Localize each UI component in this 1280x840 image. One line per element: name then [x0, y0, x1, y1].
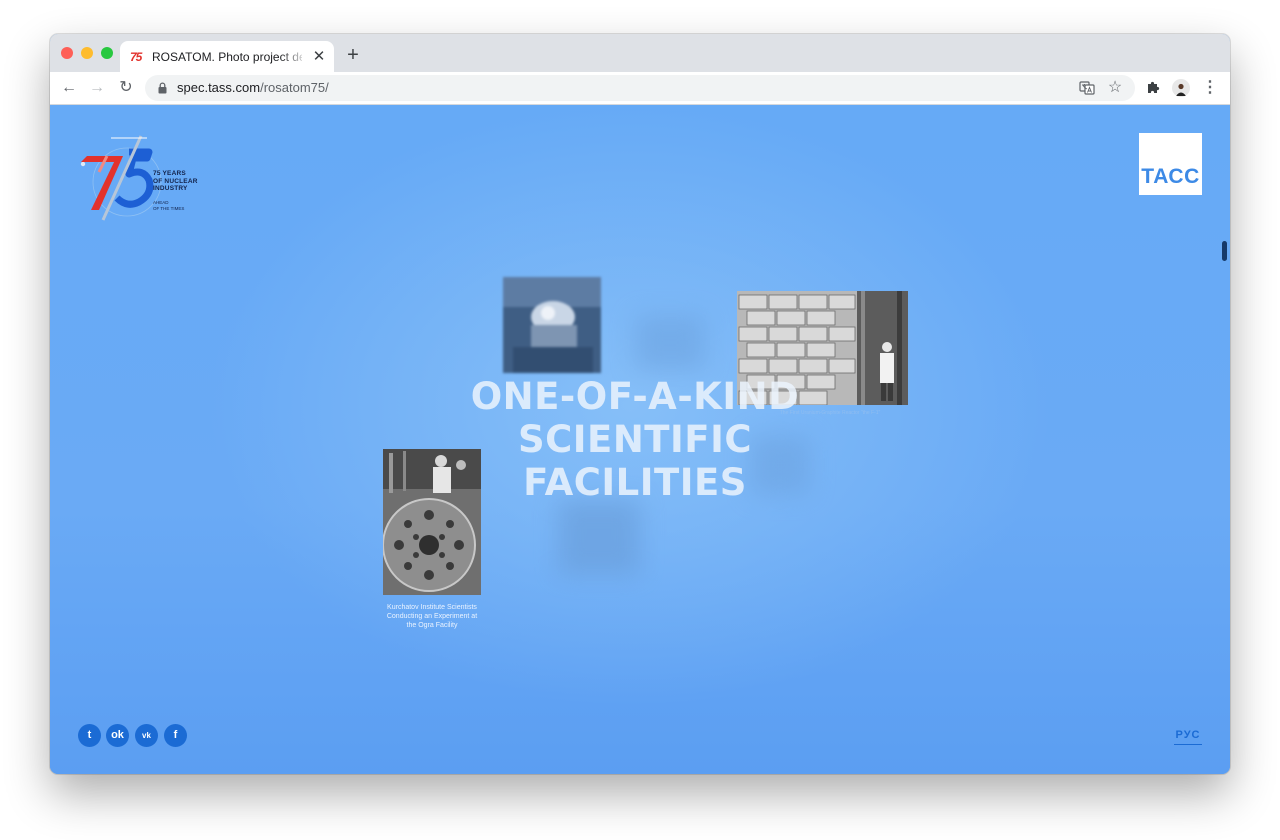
url-path: /rosatom75/ [260, 80, 329, 95]
page-content: 75 YEARS OF NUCLEAR INDUSTRY AHEAD OF TH… [50, 105, 1230, 774]
close-window-button[interactable] [61, 47, 73, 59]
minimize-window-button[interactable] [81, 47, 93, 59]
photo-caption-ogra: Kurchatov Institute Scientists Conductin… [386, 604, 478, 629]
logo-line-2: OF NUCLEAR [153, 177, 198, 185]
browser-window: 75 ROSATOM. Photo project dedic ✕ + ← → … [50, 34, 1230, 774]
tass-logo-text: ТАСС [1141, 165, 1200, 188]
url-host: spec.tass.com [177, 80, 261, 95]
tab-title-fade [280, 47, 308, 67]
odnoklassniki-icon[interactable]: ok [106, 724, 129, 747]
tab-strip: 75 ROSATOM. Photo project dedic ✕ + [50, 34, 1230, 72]
logo-sub-2: OF THE TIMES [153, 205, 185, 211]
blurred-photo-ghost [558, 500, 640, 575]
maximize-window-button[interactable] [101, 47, 113, 59]
lock-icon [158, 82, 167, 94]
headline-line-1: ONE-OF-A-KIND [470, 375, 800, 418]
profile-avatar-icon[interactable] [1172, 79, 1190, 97]
bookmark-star-icon[interactable]: ☆ [1105, 78, 1125, 98]
twitter-icon[interactable]: t [78, 724, 101, 747]
url-text[interactable]: spec.tass.com/rosatom75/ [177, 80, 329, 96]
facebook-icon[interactable]: f [164, 724, 187, 747]
logo-line-1: 75 YEARS [153, 170, 186, 177]
headline-line-3: FACILITIES [523, 461, 747, 504]
language-switch-link[interactable]: РУС [1174, 729, 1202, 745]
translate-icon[interactable] [1077, 78, 1097, 98]
new-tab-button[interactable]: + [342, 44, 364, 66]
rosatom-favicon-icon: 75 [130, 50, 142, 64]
vk-icon[interactable]: vk [135, 724, 158, 747]
browser-menu-icon[interactable]: ⋮ [1200, 78, 1220, 98]
headline-line-2: SCIENTIFIC [517, 418, 752, 461]
reload-button[interactable]: ↻ [116, 78, 136, 98]
address-bar[interactable]: spec.tass.com/rosatom75/ ☆ [145, 75, 1135, 101]
logo-line-3: INDUSTRY [153, 185, 188, 192]
tass-logo[interactable]: ТАСС [1139, 133, 1202, 195]
extensions-icon[interactable] [1143, 78, 1163, 98]
scroll-indicator[interactable] [1222, 241, 1227, 261]
logo-subtitle: AHEAD OF THE TIMES [153, 200, 213, 211]
back-button[interactable]: ← [59, 78, 79, 98]
forward-button[interactable]: → [87, 78, 107, 98]
photo-blurred-machine[interactable] [503, 277, 601, 373]
browser-toolbar: ← → ↻ spec.tass.com/rosatom75/ ☆ ⋮ [50, 72, 1230, 105]
tab-rosatom[interactable]: 75 ROSATOM. Photo project dedic ✕ [120, 41, 334, 72]
logo-tagline: 75 YEARS OF NUCLEAR INDUSTRY [153, 170, 213, 193]
blurred-photo-ghost [635, 315, 705, 370]
tab-close-icon[interactable]: ✕ [310, 48, 328, 66]
page-headline: ONE-OF-A-KIND SCIENTIFIC FACILITIES [435, 375, 835, 504]
